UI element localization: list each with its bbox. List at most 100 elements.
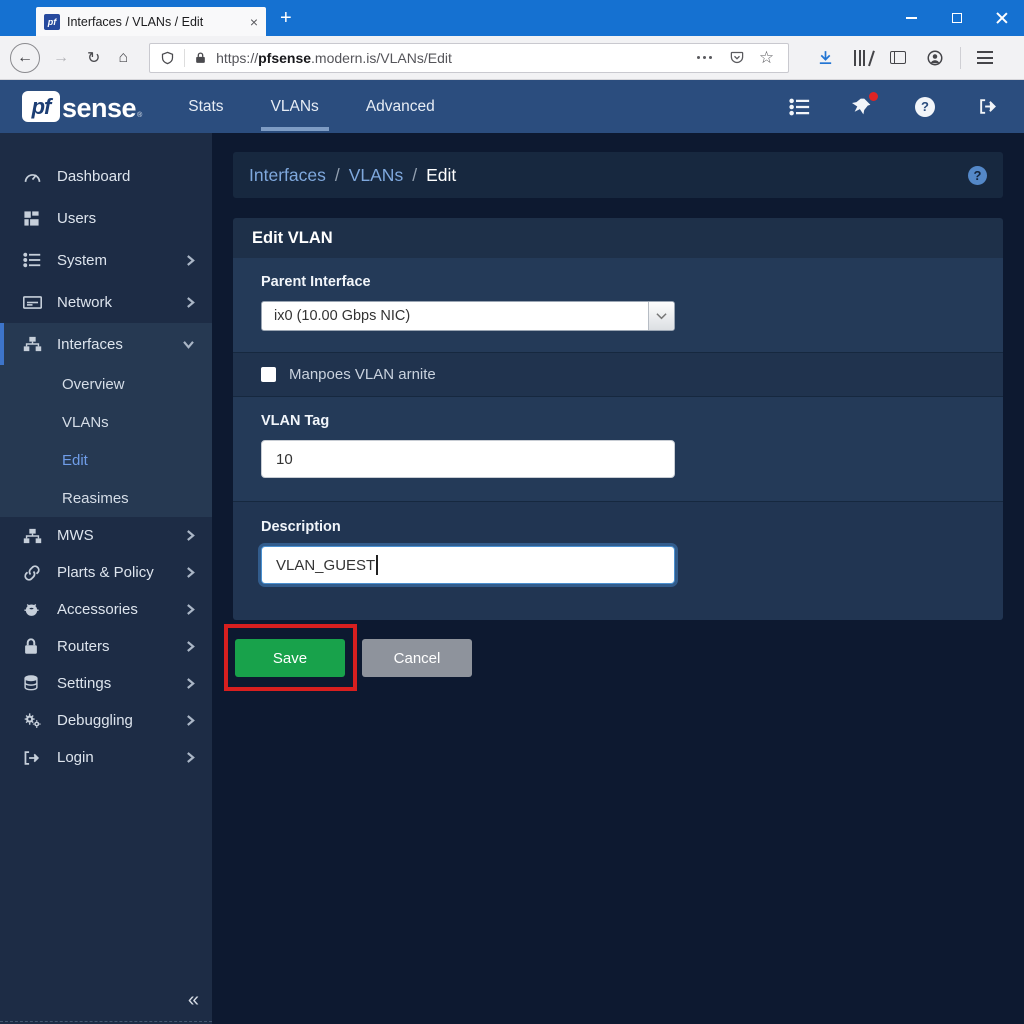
vlan-tag-label: VLAN Tag (261, 413, 975, 429)
description-label: Description (261, 519, 975, 535)
bookmark-star-icon[interactable]: ☆ (755, 48, 778, 68)
parent-interface-label: Parent Interface (261, 274, 975, 290)
tab-close-icon[interactable]: × (250, 14, 258, 30)
sidebar-label: Routers (57, 638, 110, 655)
sidebar-item-dashboard[interactable]: Dashboard (0, 155, 212, 197)
edit-vlan-panel: Edit VLAN Parent Interface ix0 (10.00 Gb… (233, 218, 1003, 620)
close-icon (996, 12, 1008, 24)
chevron-right-icon (186, 640, 195, 653)
nav-link-stats[interactable]: Stats (188, 98, 223, 116)
system-list-icon (23, 252, 42, 268)
logout-icon[interactable] (977, 97, 998, 116)
save-button[interactable]: Save (235, 639, 345, 677)
bug-icon (23, 601, 42, 618)
description-input[interactable]: VLAN_GUEST (261, 546, 675, 584)
sidebar-item-accessories[interactable]: Accessories (0, 591, 212, 628)
navbar-icons: ? (789, 96, 998, 117)
sidebar-subitem-edit[interactable]: Edit (0, 441, 212, 479)
vlan-option-label: Manpoes VLAN arnite (289, 366, 436, 383)
minimize-button[interactable] (889, 0, 934, 36)
description-row: Description VLAN_GUEST (233, 501, 1003, 620)
home-button[interactable]: ⌂ (109, 49, 137, 67)
page-help-icon[interactable]: ? (968, 166, 987, 185)
lock-icon (23, 638, 42, 655)
sidebar-item-users[interactable]: Users (0, 197, 212, 239)
back-button[interactable]: ← (10, 43, 40, 73)
pfsense-logo[interactable]: pf sense ® (22, 91, 142, 122)
maximize-button[interactable] (934, 0, 979, 36)
sidebar-item-mws[interactable]: MWS (0, 517, 212, 554)
new-tab-button[interactable]: + (280, 6, 292, 30)
sidebar-subitem-reasimes[interactable]: Reasimes (0, 479, 212, 517)
select-chevron-icon[interactable] (648, 302, 674, 330)
nav-link-vlans[interactable]: VLANs (271, 98, 319, 116)
sidebar-label: Network (57, 294, 112, 311)
pfsense-logo-sense: sense (62, 94, 136, 122)
breadcrumb-interfaces[interactable]: Interfaces (249, 165, 326, 186)
form-actions: Save Cancel (233, 639, 1003, 677)
url-bar[interactable]: https://pfsense.modern.is/VLANs/Edit ☆ (149, 43, 789, 73)
url-separator (184, 49, 185, 67)
sidebar-label: Accessories (57, 601, 138, 618)
sidebar-item-routers[interactable]: Routers (0, 628, 212, 665)
sidebar-label: Settings (57, 675, 111, 692)
page-actions-icon[interactable] (690, 56, 719, 59)
gears-icon (23, 712, 42, 729)
chevron-right-icon (186, 296, 195, 309)
minimize-icon (906, 17, 917, 19)
network-card-icon (23, 295, 42, 310)
sidebar-label: Plarts & Policy (57, 564, 154, 581)
parent-interface-select[interactable]: ix0 (10.00 Gbps NIC) (261, 301, 675, 331)
mws-sitemap-icon (23, 528, 42, 544)
lock-icon (194, 51, 207, 65)
help-icon[interactable]: ? (915, 97, 935, 117)
tracking-protection-icon[interactable] (160, 50, 175, 66)
description-value: VLAN_GUEST (276, 557, 375, 574)
sidebar-label: Users (57, 210, 96, 227)
sidebar-label: Dashboard (57, 168, 130, 185)
sidebar-subitem-overview[interactable]: Overview (0, 365, 212, 403)
nav-link-advanced[interactable]: Advanced (366, 98, 435, 116)
sidebar-item-network[interactable]: Network (0, 281, 212, 323)
library-icon[interactable] (844, 50, 880, 66)
registered-mark: ® (137, 112, 142, 119)
pocket-icon[interactable] (719, 50, 755, 65)
sidebar-item-debuggling[interactable]: Debuggling (0, 702, 212, 739)
parent-interface-value: ix0 (10.00 Gbps NIC) (262, 308, 648, 324)
sidebar-item-system[interactable]: System (0, 239, 212, 281)
sidebar: Dashboard Users System Network Interface… (0, 133, 212, 1024)
account-icon[interactable] (916, 49, 954, 67)
dashboard-gauge-icon (23, 168, 42, 185)
sidebar-subitem-vlans[interactable]: VLANs (0, 403, 212, 441)
sidebar-item-interfaces[interactable]: Interfaces (0, 323, 212, 365)
sidebar-label: Debuggling (57, 712, 133, 729)
forward-button[interactable]: → (44, 49, 78, 67)
sidebar-label: Login (57, 749, 94, 766)
users-grid-icon (23, 210, 42, 227)
window-controls (889, 0, 1024, 36)
list-menu-icon[interactable] (789, 98, 810, 116)
vlan-tag-input[interactable]: 10 (261, 440, 675, 478)
menu-icon[interactable] (967, 51, 1003, 64)
browser-tab[interactable]: pf Interfaces / VLANs / Edit × (36, 7, 266, 36)
chevron-right-icon (186, 566, 195, 579)
breadcrumb-separator: / (412, 165, 417, 186)
main-content: Interfaces / VLANs / Edit ? Edit VLAN Pa… (212, 133, 1024, 1024)
sidebars-icon[interactable] (880, 51, 916, 64)
close-button[interactable] (979, 0, 1024, 36)
sidebar-collapse-button[interactable]: « (188, 989, 196, 1012)
sidebar-item-settings[interactable]: Settings (0, 665, 212, 702)
chevron-right-icon (186, 603, 195, 616)
notification-pin-icon[interactable] (852, 96, 873, 117)
breadcrumb: Interfaces / VLANs / Edit ? (233, 152, 1003, 198)
url-scheme: https:// (216, 50, 258, 66)
reload-button[interactable]: ↻ (78, 48, 109, 68)
sidebar-item-login[interactable]: Login (0, 739, 212, 776)
vlan-option-checkbox[interactable] (261, 367, 276, 382)
cancel-button[interactable]: Cancel (362, 639, 472, 677)
breadcrumb-vlans[interactable]: VLANs (349, 165, 403, 186)
sidebar-item-plarts-policy[interactable]: Plarts & Policy (0, 554, 212, 591)
downloads-icon[interactable] (807, 49, 844, 66)
pfsense-favicon: pf (44, 14, 60, 30)
vlan-tag-value: 10 (276, 451, 293, 468)
